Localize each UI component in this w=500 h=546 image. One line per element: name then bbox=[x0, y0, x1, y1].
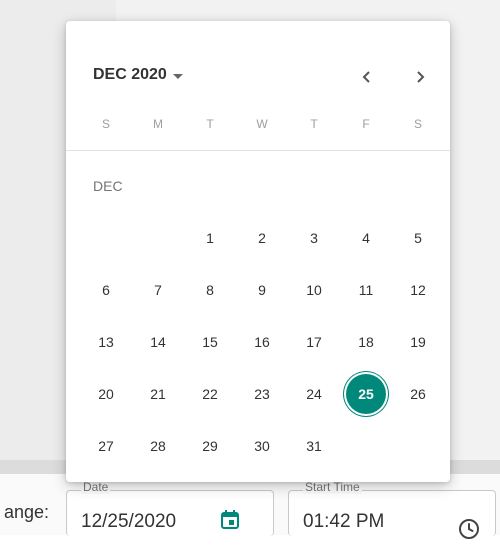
calendar-day[interactable]: 4 bbox=[346, 218, 386, 258]
calendar-day[interactable]: 24 bbox=[294, 374, 334, 414]
weekday-label: S bbox=[101, 117, 110, 131]
header-divider bbox=[66, 150, 450, 151]
month-label: DEC bbox=[93, 178, 123, 194]
calendar-day[interactable]: 29 bbox=[190, 426, 230, 466]
date-field[interactable]: Date 12/25/2020 bbox=[66, 480, 274, 536]
start-time-field[interactable]: Start Time 01:42 PM bbox=[288, 480, 496, 539]
calendar-icon[interactable] bbox=[219, 509, 241, 531]
chevron-right-icon bbox=[417, 71, 425, 83]
calendar-day[interactable]: 27 bbox=[86, 426, 126, 466]
calendar-day[interactable]: 6 bbox=[86, 270, 126, 310]
calendar-day[interactable]: 19 bbox=[398, 322, 438, 362]
weekday-label: F bbox=[362, 117, 370, 131]
calendar-day[interactable]: 26 bbox=[398, 374, 438, 414]
range-label: ange: bbox=[4, 502, 50, 522]
calendar-day[interactable]: 31 bbox=[294, 426, 334, 466]
calendar-day[interactable]: 10 bbox=[294, 270, 334, 310]
calendar-day[interactable]: 30 bbox=[242, 426, 282, 466]
calendar-day[interactable]: 21 bbox=[138, 374, 178, 414]
previous-month-button[interactable] bbox=[351, 61, 383, 93]
calendar-day[interactable]: 16 bbox=[242, 322, 282, 362]
calendar-day[interactable]: 12 bbox=[398, 270, 438, 310]
next-month-button[interactable] bbox=[404, 61, 436, 93]
calendar-day[interactable]: 7 bbox=[138, 270, 178, 310]
calendar-day[interactable]: 1 bbox=[190, 218, 230, 258]
weekday-label: W bbox=[256, 117, 268, 131]
date-field-value[interactable]: 12/25/2020 bbox=[81, 511, 176, 533]
date-picker-popup: DEC 2020 S M T W T F S DEC 1 2 3 4 5 6 7 8 9 10 11… bbox=[66, 21, 450, 482]
month-year-label: DEC 2020 bbox=[93, 66, 167, 83]
weekday-label: S bbox=[413, 117, 422, 131]
caret-down-icon bbox=[172, 73, 183, 79]
calendar-day[interactable]: 5 bbox=[398, 218, 438, 258]
calendar-day[interactable]: 14 bbox=[138, 322, 178, 362]
calendar-day[interactable]: 3 bbox=[294, 218, 334, 258]
calendar-day[interactable]: 15 bbox=[190, 322, 230, 362]
calendar-day[interactable]: 28 bbox=[138, 426, 178, 466]
calendar-day[interactable]: 13 bbox=[86, 322, 126, 362]
start-time-field-value[interactable]: 01:42 PM bbox=[303, 511, 384, 533]
weekday-label: M bbox=[153, 117, 163, 131]
calendar-day[interactable]: 9 bbox=[242, 270, 282, 310]
calendar-day[interactable]: 20 bbox=[86, 374, 126, 414]
clock-icon[interactable] bbox=[457, 517, 481, 541]
calendar-day[interactable]: 17 bbox=[294, 322, 334, 362]
calendar-day[interactable]: 8 bbox=[190, 270, 230, 310]
calendar-day[interactable]: 23 bbox=[242, 374, 282, 414]
weekday-label: T bbox=[310, 117, 318, 131]
calendar-day[interactable]: 11 bbox=[346, 270, 386, 310]
start-time-field-label: Start Time bbox=[303, 480, 362, 494]
calendar-day[interactable]: 22 bbox=[190, 374, 230, 414]
weekday-header: S M T W T F S bbox=[66, 117, 450, 137]
calendar-day[interactable]: 18 bbox=[346, 322, 386, 362]
selected-day[interactable]: 25 bbox=[346, 374, 386, 414]
weekday-label: T bbox=[206, 117, 214, 131]
calendar-day[interactable]: 2 bbox=[242, 218, 282, 258]
date-field-label: Date bbox=[81, 480, 111, 494]
chevron-left-icon bbox=[362, 71, 370, 83]
month-year-selector[interactable]: DEC 2020 bbox=[93, 66, 183, 84]
